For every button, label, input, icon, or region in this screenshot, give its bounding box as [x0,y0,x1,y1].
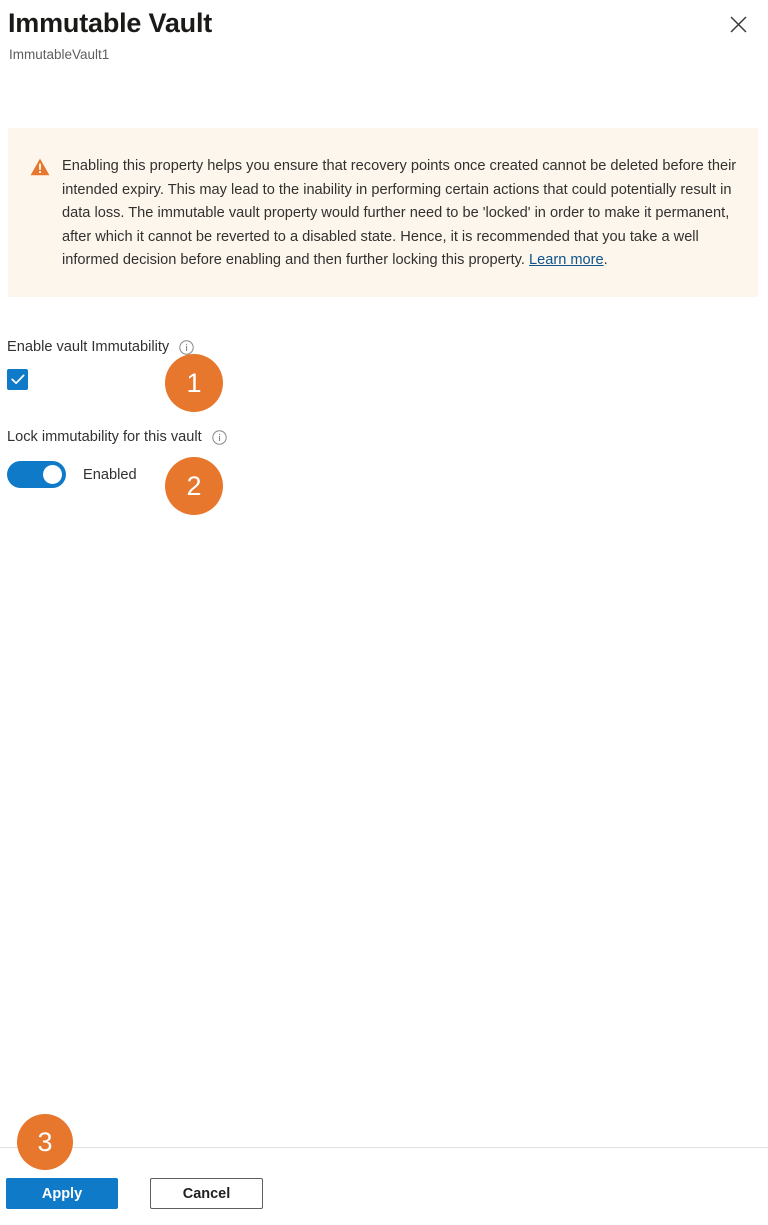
checkmark-icon [10,374,25,385]
lock-immutability-toggle[interactable] [7,461,66,488]
lock-immutability-label-text: Lock immutability for this vault [7,429,202,445]
page-subtitle: ImmutableVault1 [9,47,110,62]
info-icon[interactable] [179,339,194,355]
warning-text-tail: . [603,252,608,269]
enable-immutability-label-text: Enable vault Immutability [7,339,170,355]
warning-text: Enabling this property helps you ensure … [62,155,742,273]
enable-immutability-label: Enable vault Immutability [7,337,194,357]
learn-more-link[interactable]: Learn more [529,252,604,268]
panel-header: Immutable Vault ImmutableVault1 [0,0,768,90]
warning-banner: Enabling this property helps you ensure … [8,128,758,297]
annotation-badge-2: 2 [165,457,223,515]
lock-immutability-label: Lock immutability for this vault [7,427,227,447]
annotation-badge-3: 3 [17,1114,73,1170]
annotation-badge-1: 1 [165,354,223,412]
warning-text-body: Enabling this property helps you ensure … [62,158,737,269]
apply-button[interactable]: Apply [6,1178,118,1209]
enable-immutability-checkbox[interactable] [7,369,28,390]
warning-triangle-icon [30,157,50,177]
cancel-button[interactable]: Cancel [150,1178,263,1209]
close-icon [729,15,747,33]
page-title: Immutable Vault [8,8,213,38]
close-button[interactable] [722,8,754,40]
footer-divider [0,1147,768,1148]
toggle-state-label: Enabled [83,466,137,483]
toggle-knob [43,465,62,484]
lock-immutability-toggle-row: Enabled [7,461,137,488]
info-icon[interactable] [211,429,227,445]
